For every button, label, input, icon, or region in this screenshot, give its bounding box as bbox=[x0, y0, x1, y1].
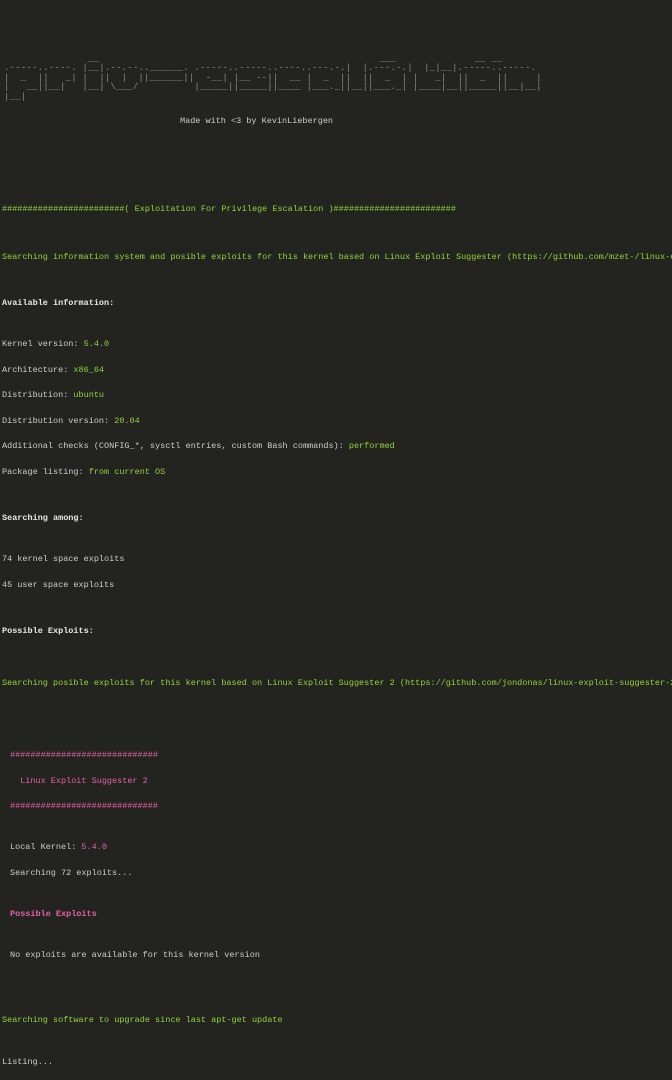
kernel-version: Kernel version: 5.4.0 bbox=[2, 338, 670, 351]
kernel-exploit-count: 74 kernel space exploits bbox=[2, 553, 670, 566]
architecture: Architecture: x86_64 bbox=[2, 364, 670, 377]
user-exploit-count: 45 user space exploits bbox=[2, 579, 670, 592]
les2-title: Linux Exploit Suggester 2 bbox=[10, 775, 670, 788]
les2-searching: Searching 72 exploits... bbox=[10, 867, 670, 880]
searching-among-header: Searching among: bbox=[2, 512, 670, 525]
available-info-header: Available information: bbox=[2, 297, 670, 310]
distribution: Distribution: ubuntu bbox=[2, 389, 670, 402]
upgrade-header: Searching software to upgrade since last… bbox=[2, 1014, 670, 1027]
les2-possible-header: Possible Exploits bbox=[10, 908, 670, 921]
les2-kernel: Local Kernel: 5.4.0 bbox=[10, 841, 670, 854]
ascii-banner: __ ___ __ __ .-----..----. |__|.--.--.._… bbox=[4, 55, 672, 102]
possible-exploits-header: Possible Exploits: bbox=[2, 625, 670, 638]
les2-no-exploits: No exploits are available for this kerne… bbox=[10, 949, 670, 962]
listing-label: Listing... bbox=[2, 1056, 670, 1069]
additional-checks: Additional checks (CONFIG_*, sysctl entr… bbox=[2, 440, 670, 453]
made-with: Made with <3 by KevinLiebergen bbox=[180, 115, 672, 128]
les2-description: Searching posible exploits for this kern… bbox=[2, 677, 670, 690]
distribution-version: Distribution version: 20.04 bbox=[2, 415, 670, 428]
les2-hash-top: ############################# bbox=[10, 749, 670, 762]
package-listing: Package listing: from current OS bbox=[2, 466, 670, 479]
les2-hash-bottom: ############################# bbox=[10, 800, 670, 813]
section-banner: ########################( Exploitation F… bbox=[2, 203, 670, 216]
terminal-output: ########################( Exploitation F… bbox=[0, 163, 672, 1080]
les-description: Searching information system and posible… bbox=[2, 251, 670, 264]
